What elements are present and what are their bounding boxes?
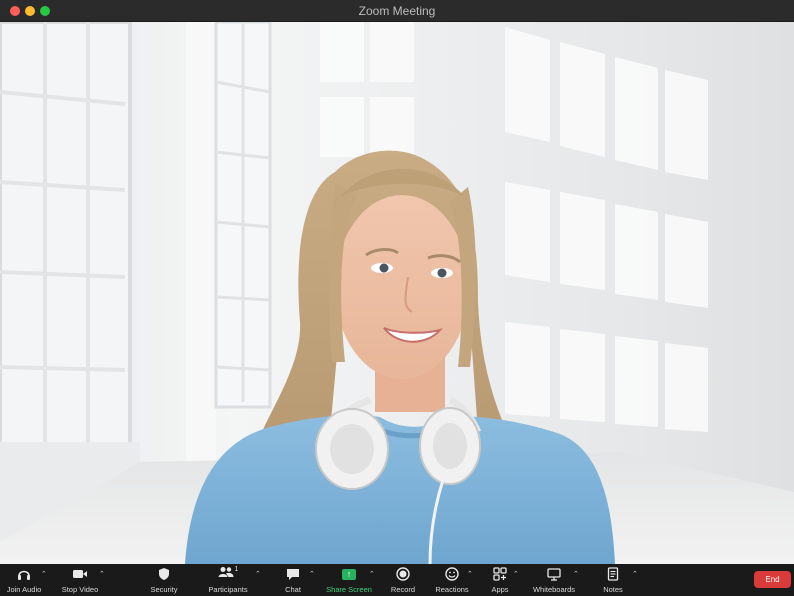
- video-options-caret[interactable]: ⌃: [99, 570, 105, 578]
- reactions-button[interactable]: Reactions: [434, 566, 470, 596]
- share-arrow-icon: ↑: [342, 568, 356, 580]
- video-frame: [0, 22, 794, 564]
- chat-button[interactable]: Chat: [280, 566, 306, 596]
- participant-video[interactable]: [0, 22, 794, 564]
- reactions-options-caret[interactable]: ⌃: [467, 570, 473, 578]
- apps-icon: [493, 566, 507, 582]
- apps-button[interactable]: Apps: [487, 566, 513, 596]
- participants-count: 1: [234, 566, 239, 573]
- stop-video-button[interactable]: Stop Video: [60, 566, 100, 596]
- stop-video-label: Stop Video: [61, 585, 99, 594]
- participants-button[interactable]: 1 Participants: [206, 566, 250, 596]
- participants-label: Participants: [208, 585, 248, 594]
- chat-label: Chat: [285, 585, 301, 594]
- whiteboards-options-caret[interactable]: ⌃: [573, 570, 579, 578]
- record-icon: [396, 566, 410, 582]
- window-titlebar: Zoom Meeting: [0, 0, 794, 22]
- reaction-emoji-icon: [445, 566, 459, 582]
- shield-icon: [158, 566, 170, 582]
- share-screen-label: Share Screen: [326, 585, 372, 594]
- record-button[interactable]: Record: [389, 566, 417, 596]
- audio-options-caret[interactable]: ⌃: [41, 570, 47, 578]
- participants-options-caret[interactable]: ⌃: [255, 570, 261, 578]
- left-window: [0, 22, 140, 532]
- security-label: Security: [150, 585, 178, 594]
- whiteboards-button[interactable]: Whiteboards: [531, 566, 577, 596]
- reactions-label: Reactions: [435, 585, 469, 594]
- end-meeting-button[interactable]: End: [754, 571, 791, 588]
- share-icon-wrap: ↑: [342, 566, 356, 582]
- headphones-icon: [17, 566, 31, 582]
- chat-options-caret[interactable]: ⌃: [309, 570, 315, 578]
- notes-icon: [607, 566, 619, 582]
- record-label: Record: [390, 585, 416, 594]
- meeting-toolbar: Join Audio ⌃ Stop Video ⌃ Security 1 Par…: [0, 564, 794, 596]
- join-audio-label: Join Audio: [6, 585, 42, 594]
- notes-button[interactable]: Notes: [600, 566, 626, 596]
- notes-options-caret[interactable]: ⌃: [632, 570, 638, 578]
- people-icon: [218, 565, 234, 583]
- chat-bubble-icon: [286, 566, 300, 582]
- share-options-caret[interactable]: ⌃: [369, 570, 375, 578]
- security-button[interactable]: Security: [148, 566, 180, 596]
- window-title: Zoom Meeting: [358, 4, 436, 18]
- notes-label: Notes: [603, 585, 623, 594]
- whiteboards-label: Whiteboards: [532, 585, 576, 594]
- participants-icon-group: 1: [218, 565, 239, 583]
- apps-label: Apps: [491, 585, 509, 594]
- join-audio-button[interactable]: Join Audio: [6, 566, 42, 596]
- apps-options-caret[interactable]: ⌃: [513, 570, 519, 578]
- whiteboard-icon: [547, 566, 561, 582]
- center-window: [186, 22, 272, 462]
- share-screen-button[interactable]: ↑ Share Screen: [326, 566, 372, 596]
- video-camera-icon: [72, 566, 88, 582]
